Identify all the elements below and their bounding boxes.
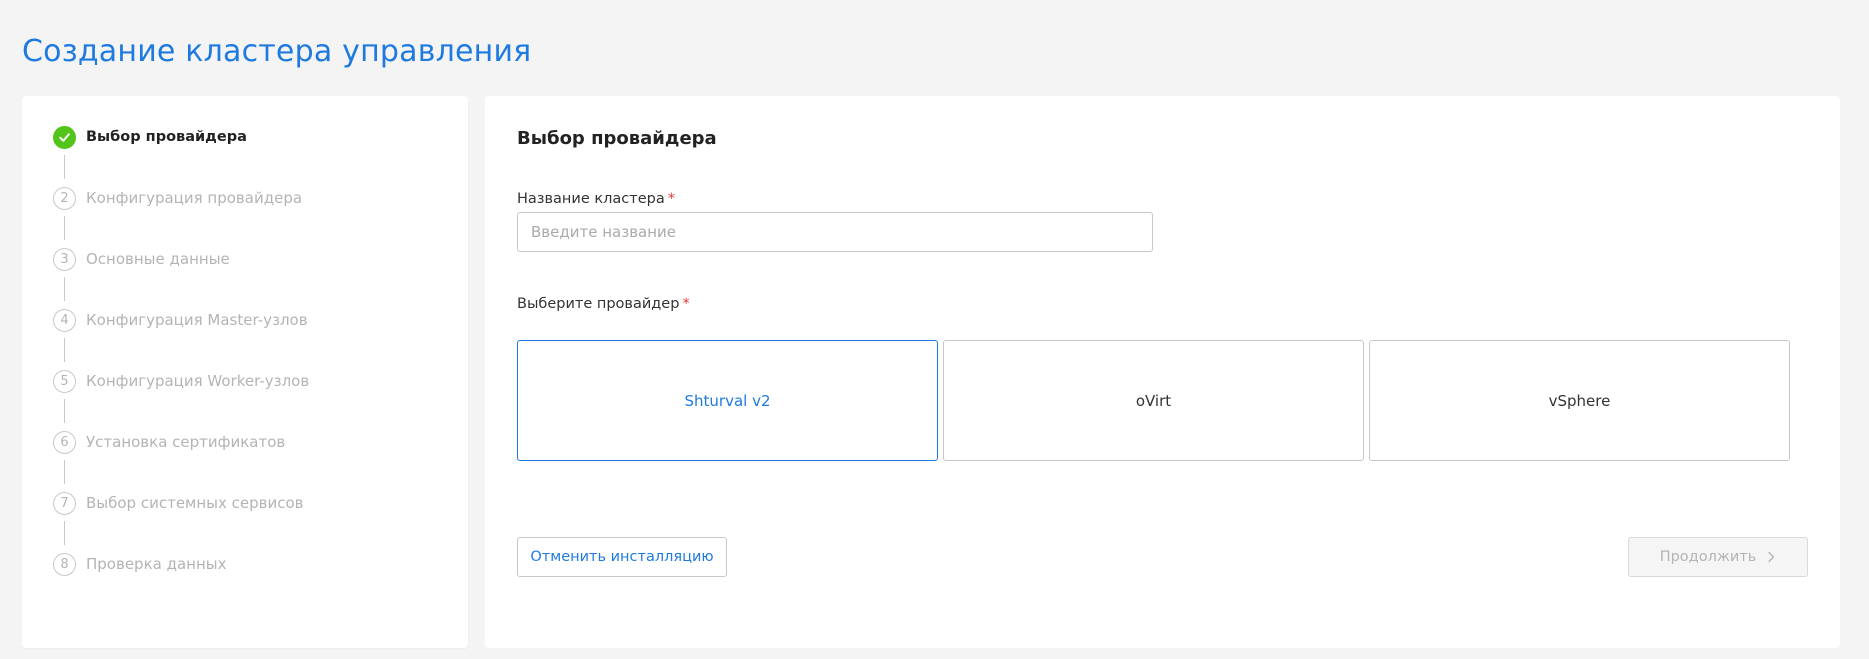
required-mark: * (667, 191, 675, 207)
step-number: 7 (53, 492, 76, 515)
step-1: Выбор провайдера (53, 126, 309, 187)
provider-card-label: oVirt (1135, 391, 1172, 410)
provider-card-label: vSphere (1548, 391, 1611, 410)
step-connector (64, 399, 65, 423)
step-label: Конфигурация Worker-узлов (86, 372, 310, 390)
step-number: 5 (53, 370, 76, 393)
step-7: 7 Выбор системных сервисов (53, 492, 309, 553)
provider-card-shturval[interactable]: Shturval v2 (517, 340, 938, 461)
step-label: Выбор системных сервисов (86, 494, 304, 512)
step-connector (64, 460, 65, 484)
provider-card-ovirt[interactable]: oVirt (943, 340, 1364, 461)
provider-label: Выберите провайдер * (517, 296, 690, 312)
provider-card-vsphere[interactable]: vSphere (1369, 340, 1790, 461)
page-title: Создание кластера управления (22, 34, 532, 69)
continue-button[interactable]: Продолжить (1628, 537, 1808, 577)
step-label: Конфигурация провайдера (86, 189, 303, 207)
provider-card-label: Shturval v2 (684, 391, 771, 410)
chevron-right-icon (1768, 551, 1775, 563)
step-connector (64, 216, 65, 240)
step-6: 6 Установка сертификатов (53, 431, 309, 492)
continue-button-label: Продолжить (1659, 549, 1757, 565)
step-label: Конфигурация Master-узлов (86, 311, 308, 329)
step-number: 8 (53, 553, 76, 576)
required-mark: * (682, 296, 690, 312)
step-number: 4 (53, 309, 76, 332)
step-number: 2 (53, 187, 76, 210)
check-icon (53, 126, 76, 149)
stepper-panel: Выбор провайдера 2 Конфигурация провайде… (22, 96, 468, 648)
step-connector (64, 155, 65, 179)
step-3: 3 Основные данные (53, 248, 309, 309)
step-number: 6 (53, 431, 76, 454)
step-4: 4 Конфигурация Master-узлов (53, 309, 309, 370)
cluster-name-label-text: Название кластера (517, 191, 665, 207)
step-label: Основные данные (86, 250, 230, 268)
provider-options: Shturval v2 oVirt vSphere (517, 340, 1790, 461)
step-2: 2 Конфигурация провайдера (53, 187, 309, 248)
step-number: 3 (53, 248, 76, 271)
step-label: Установка сертификатов (86, 433, 286, 451)
cancel-installation-button[interactable]: Отменить инсталляцию (517, 537, 727, 577)
step-8: 8 Проверка данных (53, 553, 309, 614)
step-connector (64, 521, 65, 545)
step-label: Проверка данных (86, 555, 227, 573)
step-5: 5 Конфигурация Worker-узлов (53, 370, 309, 431)
step-label: Выбор провайдера (86, 129, 247, 145)
step-connector (64, 338, 65, 362)
section-heading: Выбор провайдера (517, 128, 717, 149)
step-connector (64, 277, 65, 301)
cluster-name-label: Название кластера * (517, 191, 675, 207)
main-panel: Выбор провайдера Название кластера* Выбе… (485, 96, 1840, 648)
stepper: Выбор провайдера 2 Конфигурация провайде… (53, 126, 309, 614)
cluster-name-input[interactable] (517, 212, 1153, 252)
provider-label-text: Выберите провайдер (517, 296, 680, 312)
